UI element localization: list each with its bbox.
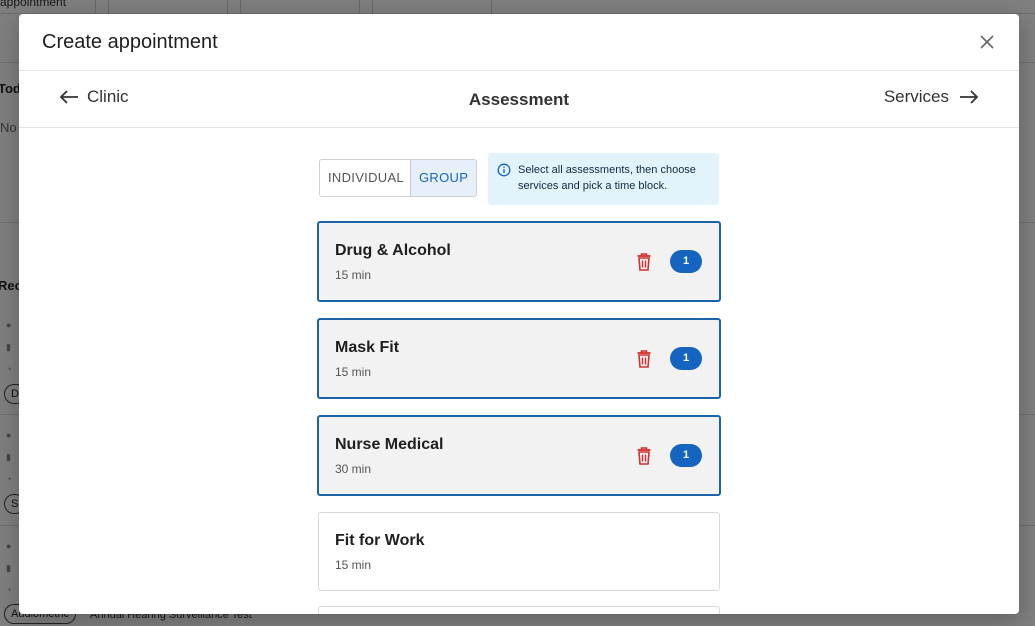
trash-icon [637,447,651,465]
assessment-duration: 15 min [335,268,372,282]
close-button[interactable] [977,32,997,52]
assessment-card-partial[interactable] [318,606,720,614]
assessment-card[interactable]: Drug & Alcohol 15 min 1 [317,221,721,302]
info-text: Select all assessments, then choose serv… [518,164,696,192]
assessment-duration: 15 min [335,365,372,379]
assessment-card[interactable]: Nurse Medical 30 min 1 [317,415,721,496]
mode-toggle: INDIVIDUAL GROUP [319,159,477,197]
next-button[interactable]: Services [884,87,979,107]
create-appointment-modal: Create appointment Clinic Assessment Ser… [19,14,1019,614]
next-button-label: Services [883,87,949,106]
modal-header: Create appointment [19,14,1019,71]
info-icon [497,163,511,177]
delete-button[interactable] [636,446,652,466]
info-alert: Select all assessments, then choose serv… [488,153,719,205]
delete-button[interactable] [636,349,652,369]
assessment-name: Drug & Alcohol [335,242,451,259]
close-icon [980,35,994,49]
step-navigation: Clinic Assessment Services [19,71,1019,128]
arrow-right-icon [960,90,979,104]
assessment-name: Nurse Medical [335,436,444,453]
step-title: Assessment [468,90,570,109]
assessment-duration: 30 min [335,462,372,476]
toggle-individual[interactable]: INDIVIDUAL [320,160,411,196]
count-badge: 1 [670,444,702,467]
assessment-card[interactable]: Mask Fit 15 min 1 [317,318,721,399]
assessment-duration: 15 min [335,558,372,572]
modal-content: INDIVIDUAL GROUP Select all assessments,… [19,128,1019,613]
modal-title: Create appointment [42,31,218,53]
trash-icon [637,253,651,271]
assessment-name: Fit for Work [335,532,425,549]
count-badge: 1 [670,347,702,370]
assessment-card[interactable]: Fit for Work 15 min [318,512,720,591]
delete-button[interactable] [636,252,652,272]
toggle-group[interactable]: GROUP [411,160,476,196]
count-badge: 1 [670,250,702,273]
assessment-name: Mask Fit [335,339,400,356]
trash-icon [637,350,651,368]
